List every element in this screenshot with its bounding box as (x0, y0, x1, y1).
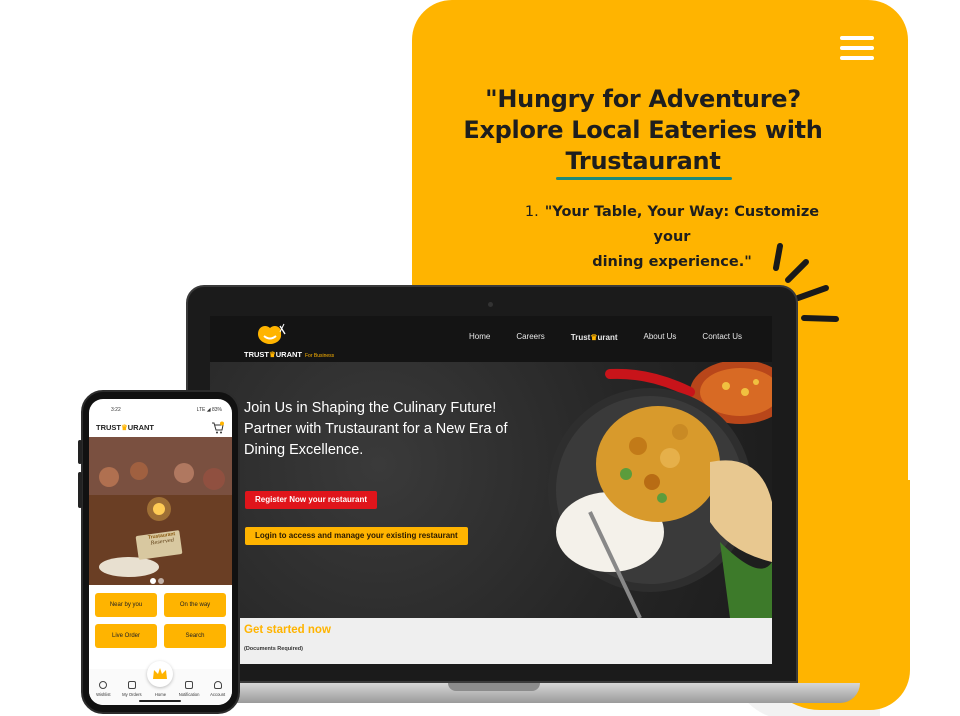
cart-icon[interactable] (211, 421, 225, 435)
site-logo[interactable]: TRUST♛URANT For Business (244, 320, 354, 360)
hero-line-2: Partner with Trustaurant for a New Era o… (244, 421, 508, 437)
person-icon (213, 681, 222, 689)
headline-brand: Trustaurant (565, 147, 721, 175)
laptop-camera (488, 302, 493, 307)
orders-icon (127, 681, 136, 689)
nav-contact[interactable]: Contact Us (702, 332, 742, 342)
register-restaurant-button[interactable]: Register Now your restaurant (245, 491, 378, 509)
tab-wishlist[interactable]: Wishlist (91, 681, 115, 697)
menu-icon[interactable] (840, 36, 874, 60)
phone-status-bar: 3:22 LTE ◢ 83% (89, 399, 232, 419)
near-by-you-button[interactable]: Near by you (95, 593, 157, 617)
tab-notification[interactable]: Notification (177, 681, 201, 697)
nav-about[interactable]: About Us (644, 332, 677, 342)
hero-section: Join Us in Shaping the Culinary Future! … (210, 362, 772, 618)
laptop-notch (448, 683, 540, 691)
phone-app-header: TRUST♛URANT (89, 419, 232, 437)
hero-line-1: Join Us in Shaping the Culinary Future! (244, 400, 497, 416)
gesture-bar (139, 700, 181, 702)
headline-underline (556, 177, 732, 180)
headline-line-1: "Hungry for Adventure? (485, 85, 801, 113)
site-nav-links: Home Careers Trust♛urant About Us Contac… (469, 332, 742, 342)
food-plate-image (548, 362, 772, 618)
get-started-section: Get started now (Documents Required) (210, 618, 772, 664)
promo-headline: "Hungry for Adventure? Explore Local Eat… (440, 84, 846, 177)
nav-careers[interactable]: Careers (516, 332, 544, 342)
tab-account[interactable]: Account (206, 681, 230, 697)
phone-app-logo: TRUST♛URANT (96, 423, 154, 432)
phone-side-button (78, 472, 82, 508)
heart-icon (99, 681, 108, 689)
site-navbar: TRUST♛URANT For Business Home Careers Tru… (210, 316, 772, 362)
home-fab-button[interactable] (147, 661, 173, 687)
bell-icon (185, 681, 194, 689)
nav-home[interactable]: Home (469, 332, 490, 342)
tagline-number: 1. (524, 204, 539, 220)
on-the-way-button[interactable]: On the way (164, 593, 226, 617)
crown-logo-icon (153, 668, 167, 679)
status-time: 3:22 (111, 407, 121, 413)
headline-line-2: Explore Local Eateries with (463, 116, 823, 144)
tagline-line-1: "Your Table, Your Way: Customize your (544, 204, 820, 245)
get-started-title: Get started now (244, 624, 331, 636)
hero-line-3: Dining Excellence. (244, 442, 364, 458)
laptop-screen: TRUST♛URANT For Business Home Careers Tru… (210, 316, 772, 664)
site-logo-wordmark: TRUST♛URANT For Business (244, 350, 335, 359)
chef-hat-logo-icon (258, 323, 286, 344)
documents-required-label: (Documents Required) (244, 646, 303, 652)
live-order-button[interactable]: Live Order (95, 624, 157, 648)
login-restaurant-button[interactable]: Login to access and manage your existing… (245, 527, 468, 545)
search-button[interactable]: Search (164, 624, 226, 648)
phone-side-button (78, 440, 82, 464)
hero-heading: Join Us in Shaping the Culinary Future! … (244, 398, 544, 461)
phone-action-grid: Near by you On the way Live Order Search (95, 593, 226, 648)
restaurant-banner-image[interactable]: Trustaurant Reserved (89, 437, 232, 585)
nav-brand[interactable]: Trust♛urant (571, 332, 618, 342)
tab-my-orders[interactable]: My Orders (120, 681, 144, 697)
logo-business-label: For Business (304, 353, 335, 359)
phone-screen: 3:22 LTE ◢ 83% TRUST♛URANT Trustaurant R… (89, 399, 232, 705)
status-indicators: LTE ◢ 83% (196, 407, 222, 413)
